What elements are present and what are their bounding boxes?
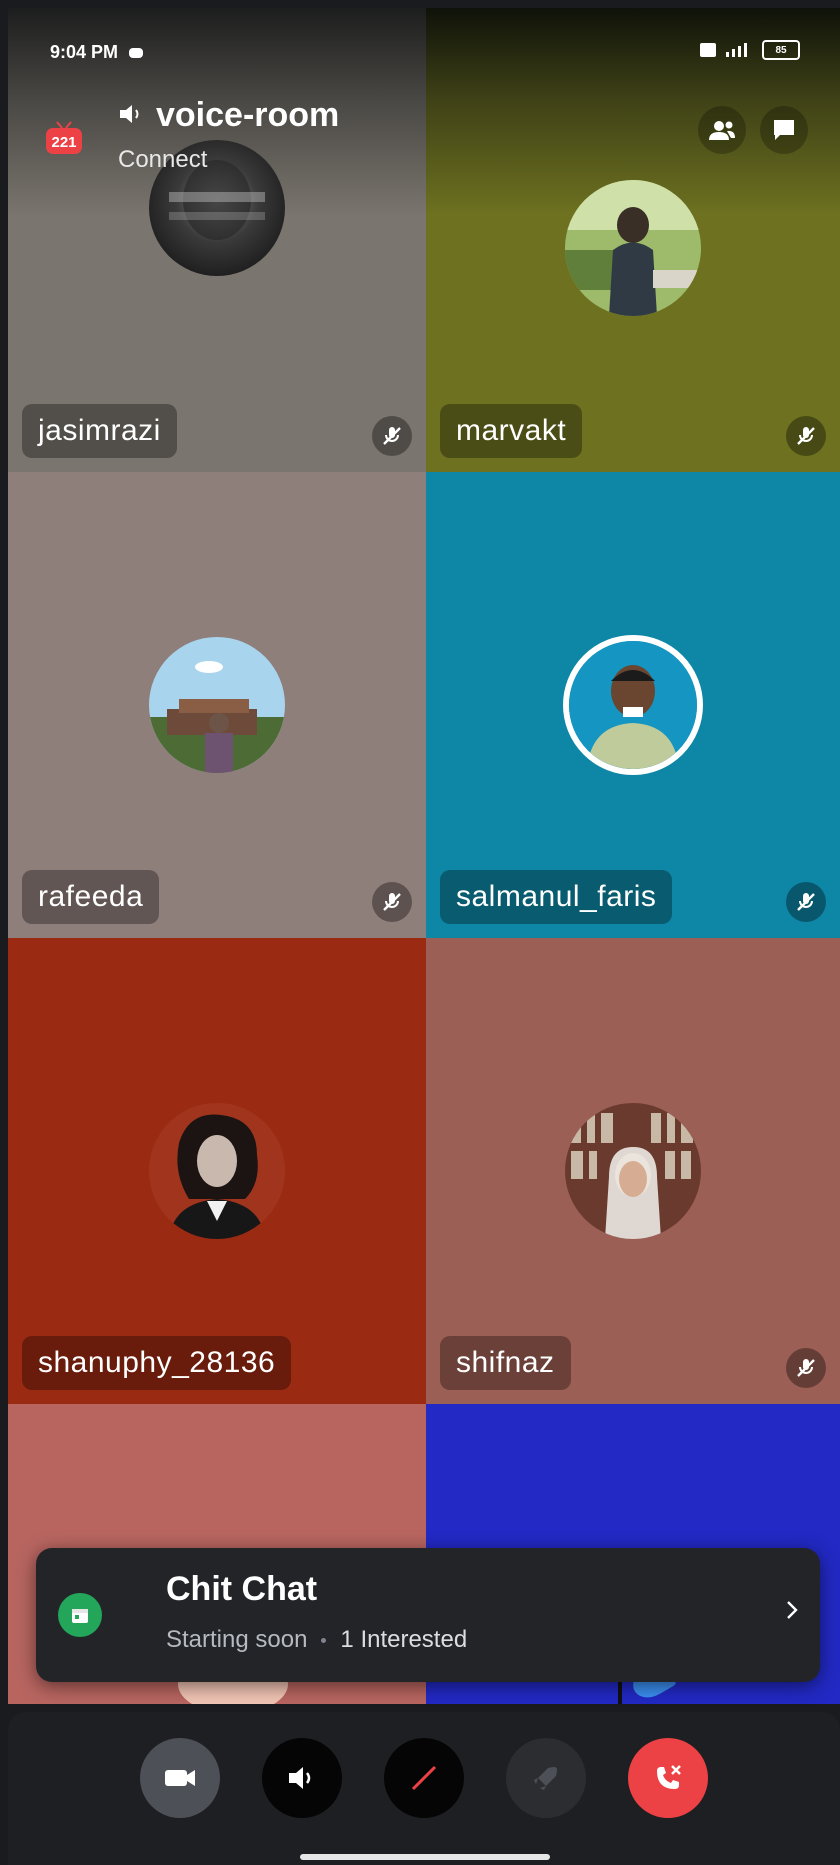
participant-name: shanuphy_28136 — [22, 1336, 292, 1390]
participant-name: jasimrazi — [22, 404, 177, 458]
speaker-button[interactable] — [262, 1738, 342, 1818]
mic-muted-icon — [372, 882, 412, 922]
home-indicator[interactable] — [300, 1854, 550, 1860]
mic-muted-icon — [786, 1348, 826, 1388]
voice-call-screen: jasimrazi marvakt rafeeda salmanul_faris… — [0, 0, 840, 1865]
clock: 9:04 PM — [50, 42, 119, 62]
participant-name: rafeeda — [22, 870, 160, 924]
activity-rocket-icon — [534, 1767, 557, 1790]
room-name: voice-room — [156, 96, 340, 134]
mic-muted-icon — [372, 416, 412, 456]
activity-button[interactable] — [506, 1738, 586, 1818]
status-icons: 85 — [700, 40, 800, 60]
avatar — [565, 180, 701, 316]
mic-muted-icon — [786, 882, 826, 922]
participant-name: marvakt — [440, 404, 583, 458]
status-time: 9:04 PM — [50, 42, 144, 63]
signal-icon — [724, 41, 754, 60]
participant-name: salmanul_faris — [440, 870, 673, 924]
camera-button[interactable] — [140, 1738, 220, 1818]
speaker-icon — [289, 1767, 311, 1789]
event-status: Starting soon 1 Interested — [166, 1626, 467, 1654]
call-controls — [8, 1712, 840, 1865]
participant-tile-marvakt[interactable]: marvakt — [426, 8, 840, 472]
participant-name: shifnaz — [440, 1336, 571, 1390]
calendar-icon — [58, 1593, 102, 1637]
room-subtitle: Connect — [118, 146, 208, 173]
participant-tile-jasimrazi[interactable]: jasimrazi — [8, 8, 426, 472]
mic-muted-icon — [786, 416, 826, 456]
participant-tile-rafeeda[interactable]: rafeeda — [8, 472, 426, 938]
members-button[interactable] — [698, 106, 746, 154]
avatar — [565, 1103, 701, 1239]
discord-notification-icon — [129, 48, 144, 59]
chevron-right-icon — [784, 1596, 800, 1629]
event-title: Chit Chat — [166, 1570, 318, 1608]
event-banner[interactable]: Chit Chat Starting soon 1 Interested — [36, 1548, 820, 1682]
event-start-status: Starting soon — [166, 1626, 308, 1653]
chat-button[interactable] — [760, 106, 808, 154]
avatar — [563, 635, 703, 775]
avatar — [149, 637, 285, 773]
separator-dot — [321, 1637, 327, 1643]
leave-call-icon — [657, 1765, 681, 1789]
battery-icon: 85 — [762, 40, 800, 60]
tv-badge-icon: 221 — [44, 120, 84, 156]
speaker-icon — [118, 96, 144, 135]
badge-count: 221 — [51, 134, 77, 151]
avatar — [149, 1103, 285, 1239]
leave-call-button[interactable] — [628, 1738, 708, 1818]
members-icon — [709, 121, 735, 140]
participant-tile-salmanul-faris[interactable]: salmanul_faris — [426, 472, 840, 938]
chat-icon — [774, 120, 794, 140]
room-title[interactable]: voice-room — [118, 96, 339, 135]
mute-button[interactable] — [384, 1738, 464, 1818]
camera-icon — [165, 1770, 195, 1786]
participant-tile-shifnaz[interactable]: shifnaz — [426, 938, 840, 1404]
sim-icon — [700, 43, 716, 57]
mic-muted-icon — [411, 1765, 437, 1791]
event-interested-count: 1 Interested — [340, 1626, 468, 1653]
participant-tile-shanuphy[interactable]: shanuphy_28136 — [8, 938, 426, 1404]
